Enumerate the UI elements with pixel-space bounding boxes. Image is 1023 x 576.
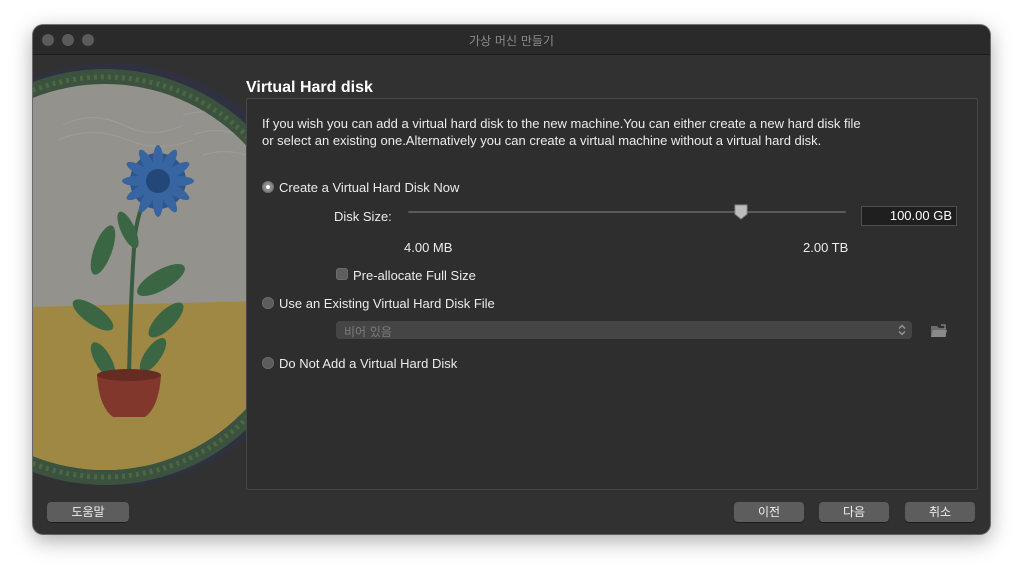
cancel-button[interactable]: 취소 bbox=[905, 502, 975, 522]
create-vm-dialog: 가상 머신 만들기 Virtual Hard disk If you wish … bbox=[33, 25, 990, 534]
use-existing-label[interactable]: Use an Existing Virtual Hard Disk File bbox=[279, 296, 495, 311]
do-not-add-radio[interactable] bbox=[262, 357, 274, 369]
do-not-add-label[interactable]: Do Not Add a Virtual Hard Disk bbox=[279, 356, 457, 371]
description-text: If you wish you can add a virtual hard d… bbox=[262, 116, 861, 148]
back-button[interactable]: 이전 bbox=[734, 502, 804, 522]
existing-disk-select[interactable]: 비어 있음 bbox=[336, 321, 912, 339]
hard-disk-panel: If you wish you can add a virtual hard d… bbox=[246, 98, 978, 490]
existing-disk-select-value: 비어 있음 bbox=[344, 325, 392, 339]
chevron-up-down-icon bbox=[898, 324, 906, 336]
disk-size-input[interactable]: 100.00 GB bbox=[861, 206, 957, 226]
page-heading: Virtual Hard disk bbox=[246, 79, 373, 96]
preallocate-label[interactable]: Pre-allocate Full Size bbox=[353, 268, 476, 283]
disk-size-min-label: 4.00 MB bbox=[404, 240, 453, 255]
window-title: 가상 머신 만들기 bbox=[469, 34, 554, 48]
help-button[interactable]: 도움말 bbox=[47, 502, 129, 522]
create-now-label[interactable]: Create a Virtual Hard Disk Now bbox=[279, 180, 459, 195]
disk-size-label: Disk Size: bbox=[334, 209, 392, 224]
use-existing-radio[interactable] bbox=[262, 297, 274, 309]
title-bar[interactable]: 가상 머신 만들기 bbox=[33, 25, 990, 55]
slider-thumb-icon[interactable] bbox=[734, 204, 748, 220]
disk-size-max-label: 2.00 TB bbox=[803, 240, 849, 255]
next-button[interactable]: 다음 bbox=[819, 502, 889, 522]
folder-open-icon[interactable] bbox=[930, 323, 948, 339]
create-now-radio[interactable] bbox=[262, 181, 274, 193]
disk-size-slider[interactable] bbox=[408, 211, 846, 213]
preallocate-checkbox[interactable] bbox=[336, 268, 348, 280]
